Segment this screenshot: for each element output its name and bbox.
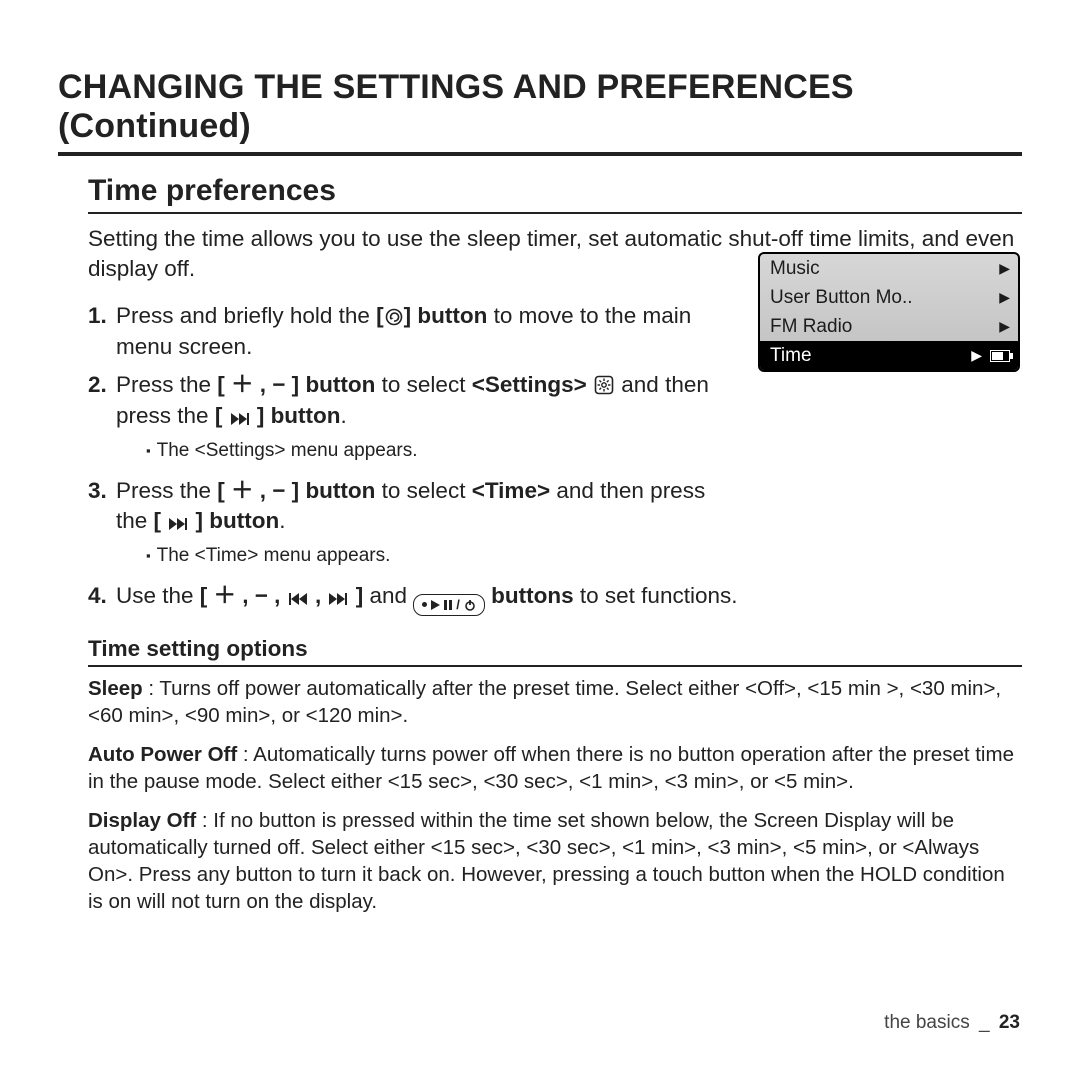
back-icon: [385, 308, 403, 326]
menu-item-selected: Time ▶: [760, 341, 1018, 370]
step-1: 1. Press and briefly hold the [] button …: [88, 301, 738, 362]
chevron-right-icon: ▶: [999, 260, 1010, 277]
next-icon: [230, 412, 250, 426]
battery-icon: [990, 350, 1010, 362]
menu-item: User Button Mo..▶: [760, 283, 1018, 312]
options-heading: Time setting options: [88, 636, 1022, 667]
settings-icon: [594, 375, 614, 395]
chevron-right-icon: ▶: [971, 347, 982, 364]
option-auto-power-off: Auto Power Off : Automatically turns pow…: [88, 741, 1022, 795]
next-icon: [328, 592, 348, 606]
menu-item: Music▶: [760, 254, 1018, 283]
option-sleep: Sleep : Turns off power automatically af…: [88, 675, 1022, 729]
section-heading: Time preferences: [88, 174, 1022, 214]
step-3: 3. Press the [ ＋ , − ] button to select …: [88, 476, 738, 537]
option-display-off: Display Off : If no button is pressed wi…: [88, 807, 1022, 915]
play-pause-power-button-icon: /: [413, 594, 485, 616]
step-2: 2. Press the [ ＋ , − ] button to select …: [88, 370, 738, 431]
device-menu-figure: Music▶ User Button Mo..▶ FM Radio▶ Time …: [758, 252, 1020, 372]
menu-item: FM Radio▶: [760, 312, 1018, 341]
step-2-sub: The <Settings> menu appears.: [146, 439, 1022, 464]
step-4: 4. Use the [ ＋ , − , , ] and / buttons t…: [88, 581, 1008, 616]
step-3-sub: The <Time> menu appears.: [146, 544, 1022, 569]
chevron-right-icon: ▶: [999, 318, 1010, 335]
prev-icon: [288, 592, 308, 606]
next-icon: [168, 517, 188, 531]
page-title: CHANGING THE SETTINGS AND PREFERENCES (C…: [58, 68, 1022, 156]
chevron-right-icon: ▶: [999, 289, 1010, 306]
page-footer: the basics _ 23: [884, 1012, 1020, 1034]
